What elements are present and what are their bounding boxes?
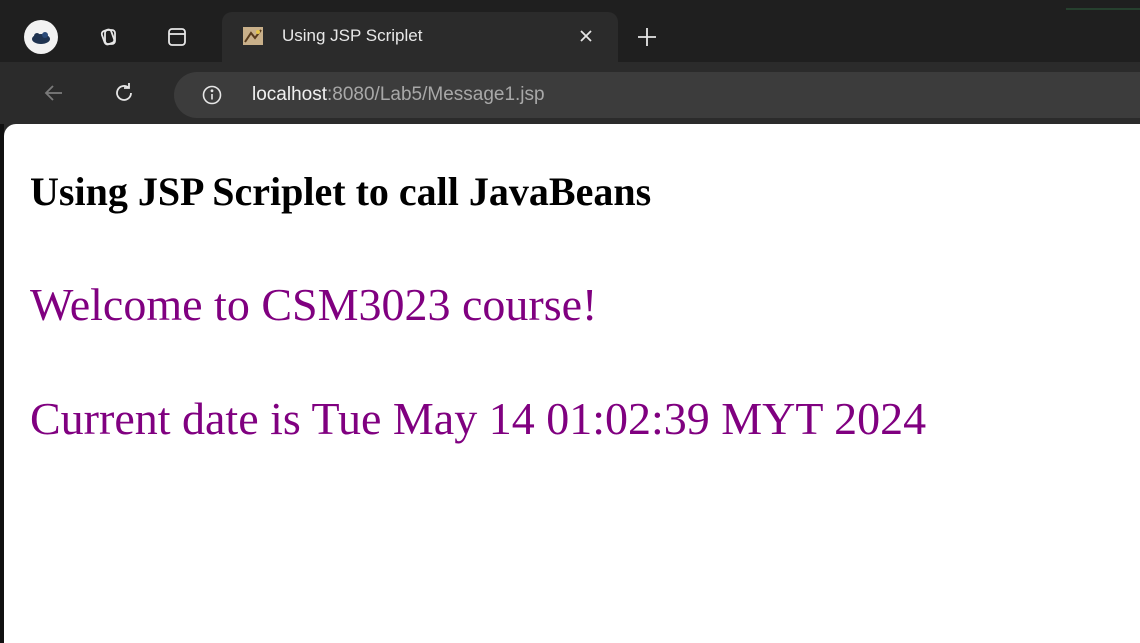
vertical-tabs-icon[interactable] xyxy=(165,25,189,49)
page-heading: Using JSP Scriplet to call JavaBeans xyxy=(30,169,652,214)
viewport-corner xyxy=(4,124,22,142)
welcome-message: Welcome to CSM3023 course! xyxy=(30,279,598,330)
workspaces-icon[interactable] xyxy=(96,25,120,49)
tab-active[interactable]: Using JSP Scriplet xyxy=(222,12,618,62)
back-arrow-icon[interactable] xyxy=(42,81,66,105)
tab-strip: Using JSP Scriplet xyxy=(0,0,1140,62)
address-bar-url[interactable]: localhost:8080/Lab5/Message1.jsp xyxy=(252,82,545,108)
window-edge-accent xyxy=(1066,8,1140,10)
jsp-favicon-icon xyxy=(242,25,264,47)
reload-icon[interactable] xyxy=(112,81,136,105)
browser-window: Using JSP Scriplet localhost:8080/Lab5/M… xyxy=(0,0,1140,643)
plus-icon[interactable] xyxy=(634,24,660,50)
url-path: :8080/Lab5/Message1.jsp xyxy=(327,84,545,105)
url-host: localhost xyxy=(252,84,327,105)
close-icon[interactable] xyxy=(574,24,598,48)
info-icon[interactable] xyxy=(200,83,224,107)
current-date-message: Current date is Tue May 14 01:02:39 MYT … xyxy=(30,393,927,444)
tab-title: Using JSP Scriplet xyxy=(282,26,423,45)
profile-avatar-icon[interactable] xyxy=(24,20,58,54)
